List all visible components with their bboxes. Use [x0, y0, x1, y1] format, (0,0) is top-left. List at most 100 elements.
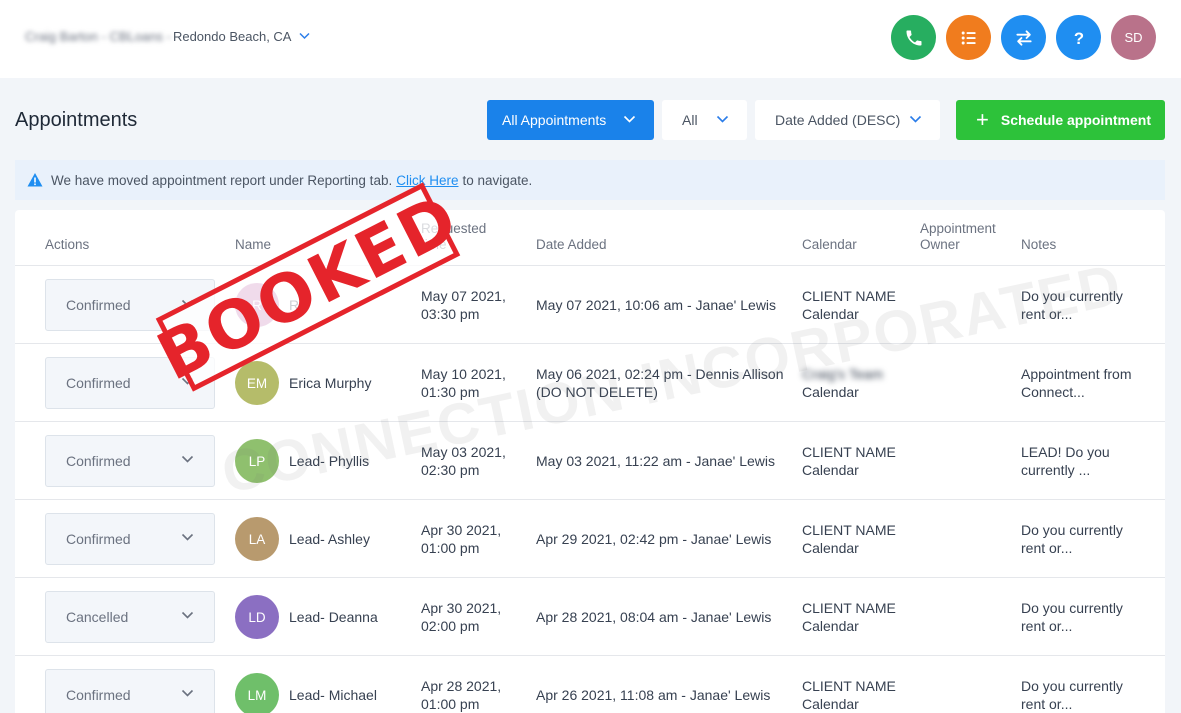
calendar-name: Craig's Team Calendar [802, 365, 883, 401]
date-added: May 06 2021, 02:24 pm - Dennis Allison (D… [536, 365, 783, 401]
chevron-down-icon [299, 31, 311, 43]
requested-time: Apr 28 2021, 01:00 pm [421, 677, 501, 713]
requested-hour: 02:00 pm [421, 618, 480, 634]
table-row[interactable]: Confirmed R Ro May 07 2021, 03:30 pm May 07 2… [15, 266, 1165, 344]
column-actions: Actions [45, 237, 90, 252]
table-row[interactable]: Confirmed EM Erica Murphy May 10 2021, 01:30… [15, 344, 1165, 422]
contact-avatar[interactable]: LD [235, 595, 279, 639]
chevron-down-icon [181, 608, 194, 625]
notes-line1: Appointment from [1021, 366, 1132, 382]
column-notes: Notes [1021, 237, 1057, 252]
contact-name[interactable]: Ro [289, 296, 307, 314]
notice-link[interactable]: Click Here [396, 173, 458, 188]
schedule-appointment-button[interactable]: + Schedule appointment [956, 100, 1165, 140]
contact-avatar[interactable]: R [235, 283, 279, 327]
list-button[interactable] [946, 15, 991, 60]
table-header: Actions Name Requested time Date Added C… [15, 210, 1165, 266]
date-added-line2: (DO NOT DELETE) [536, 384, 658, 400]
switch-button[interactable] [1001, 15, 1046, 60]
date-added-line1: Apr 28 2021, 08:04 am - Janae' Lewis [536, 609, 772, 625]
status-filter-dropdown[interactable]: All [662, 100, 747, 140]
contact-avatar[interactable]: LM [235, 673, 279, 713]
switch-icon [1015, 29, 1032, 46]
contact-name[interactable]: Erica Murphy [289, 374, 371, 392]
notes: Appointment from Connect... [1021, 365, 1132, 401]
notes-line2: Connect... [1021, 384, 1085, 400]
contact-name[interactable]: Lead- Deanna [289, 608, 378, 626]
table-row[interactable]: Confirmed LA Lead- Ashley Apr 30 2021, 01:00… [15, 500, 1165, 578]
requested-date: Apr 30 2021, [421, 522, 502, 538]
status-dropdown[interactable]: Confirmed [45, 279, 215, 331]
calendar-name: CLIENT NAME Calendar [802, 287, 896, 323]
column-appointment-owner: Appointment Owner [920, 221, 996, 253]
notes-line1: LEAD! Do you [1021, 444, 1110, 460]
column-calendar: Calendar [802, 237, 857, 252]
contact-avatar[interactable]: EM [235, 361, 279, 405]
status-label: Confirmed [66, 687, 131, 703]
date-added: Apr 29 2021, 02:42 pm - Janae' Lewis [536, 530, 771, 548]
status-filter-label: All [682, 112, 698, 128]
page-title: Appointments [15, 109, 138, 131]
appointments-table: Actions Name Requested time Date Added C… [15, 210, 1165, 713]
status-dropdown[interactable]: Cancelled [45, 591, 215, 643]
account-switcher[interactable]: Craig Barton - CBLoans - Redondo Beach, … [25, 29, 311, 44]
table-row[interactable]: Cancelled LD Lead- Deanna Apr 30 2021, 02:00… [15, 578, 1165, 656]
date-added-line1: May 06 2021, 02:24 pm - Dennis Allison [536, 366, 784, 382]
calendar-line2: Calendar [802, 618, 859, 634]
reporting-notice: We have moved appointment report under R… [15, 160, 1165, 200]
chevron-down-icon [181, 296, 194, 313]
chevron-down-icon [623, 112, 636, 129]
calendar-name: CLIENT NAME Calendar [802, 599, 896, 635]
notes: LEAD! Do you currently ... [1021, 443, 1110, 479]
status-label: Confirmed [66, 453, 131, 469]
status-label: Confirmed [66, 531, 131, 547]
contact-name[interactable]: Lead- Michael [289, 686, 377, 704]
calendar-line2: Calendar [802, 384, 859, 400]
date-added: Apr 26 2021, 11:08 am - Janae' Lewis [536, 686, 770, 704]
help-icon: ? [1073, 28, 1083, 47]
svg-text:?: ? [1073, 28, 1083, 47]
requested-date: Apr 28 2021, [421, 678, 502, 694]
calendar-line2: Calendar [802, 306, 859, 322]
table-row[interactable]: Confirmed LM Lead- Michael Apr 28 2021, 01:0… [15, 656, 1165, 713]
column-requested-line2: time [421, 237, 447, 252]
calendar-line2: Calendar [802, 462, 859, 478]
notes-line2: currently ... [1021, 462, 1091, 478]
status-label: Confirmed [66, 375, 131, 391]
contact-name[interactable]: Lead- Phyllis [289, 452, 369, 470]
status-label: Cancelled [66, 609, 129, 625]
requested-hour: 01:00 pm [421, 696, 480, 712]
status-dropdown[interactable]: Confirmed [45, 513, 215, 565]
sort-dropdown[interactable]: Date Added (DESC) [755, 100, 940, 140]
contact-avatar[interactable]: LP [235, 439, 279, 483]
appointment-filter-dropdown[interactable]: All Appointments [487, 100, 654, 140]
requested-hour: 02:30 pm [421, 462, 480, 478]
notes: Do you currently rent or... [1021, 677, 1123, 713]
chevron-down-icon [181, 374, 194, 391]
requested-hour: 01:30 pm [421, 384, 480, 400]
status-dropdown[interactable]: Confirmed [45, 357, 215, 409]
help-button[interactable]: ? [1056, 15, 1101, 60]
contact-avatar[interactable]: LA [235, 517, 279, 561]
notes-line2: rent or... [1021, 540, 1073, 556]
column-owner-line2: Owner [920, 237, 960, 252]
calendar-line1: CLIENT NAME [802, 444, 896, 460]
table-row[interactable]: Confirmed LP Lead- Phyllis May 03 2021, 02:3… [15, 422, 1165, 500]
user-avatar[interactable]: SD [1111, 15, 1156, 60]
status-dropdown[interactable]: Confirmed [45, 435, 215, 487]
notes-line2: rent or... [1021, 696, 1073, 712]
notes-line1: Do you currently [1021, 600, 1123, 616]
requested-time: Apr 30 2021, 01:00 pm [421, 521, 501, 557]
account-name: Craig Barton - CBLoans - [25, 29, 171, 44]
date-added: May 07 2021, 10:06 am - Janae' Lewis [536, 296, 776, 314]
column-requested-time: Requested time [421, 221, 486, 253]
sort-label: Date Added (DESC) [775, 112, 901, 128]
contact-name[interactable]: Lead- Ashley [289, 530, 370, 548]
requested-date: May 03 2021, [421, 444, 506, 460]
phone-button[interactable] [891, 15, 936, 60]
requested-time: May 03 2021, 02:30 pm [421, 443, 506, 479]
date-added-line1: May 07 2021, 10:06 am - Janae' Lewis [536, 297, 777, 313]
requested-date: Apr 30 2021, [421, 600, 502, 616]
plus-icon: + [976, 107, 989, 132]
status-dropdown[interactable]: Confirmed [45, 669, 215, 713]
